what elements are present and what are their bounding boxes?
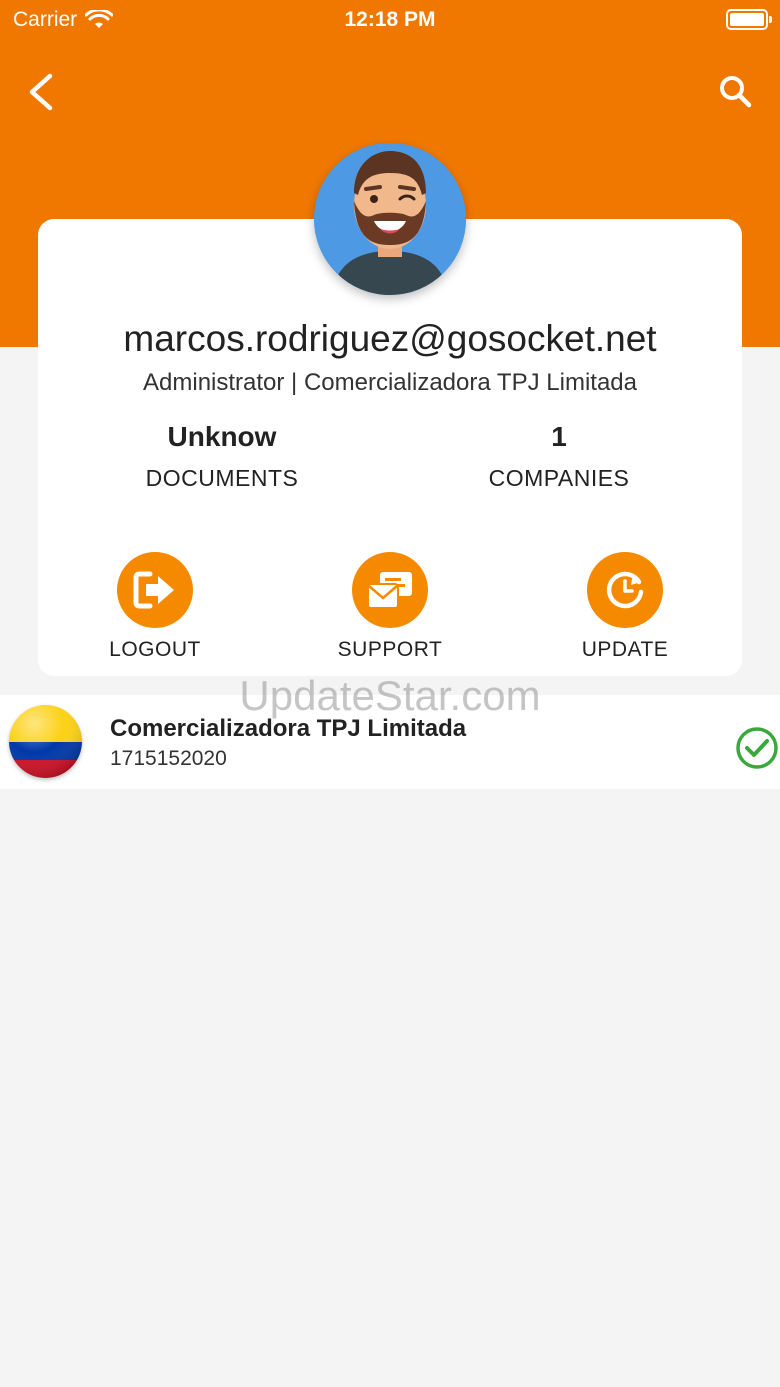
logout-button[interactable]: LOGOUT — [75, 552, 235, 662]
companies-label: COMPANIES — [488, 465, 630, 491]
battery-icon — [726, 9, 772, 30]
documents-label: DOCUMENTS — [145, 465, 299, 491]
support-button[interactable]: SUPPORT — [310, 552, 470, 662]
chevron-left-icon — [29, 73, 53, 111]
logout-icon — [133, 571, 174, 609]
user-avatar-icon — [314, 143, 466, 295]
avatar — [314, 143, 466, 295]
update-button[interactable]: UPDATE — [545, 552, 705, 662]
support-icon-circle — [352, 552, 428, 628]
company-name: Comercializadora TPJ Limitada — [110, 715, 467, 742]
documents-count: Unknow — [167, 421, 277, 452]
company-id: 1715152020 — [110, 747, 227, 770]
user-role: Administrator | Comercializadora TPJ Lim… — [143, 369, 637, 396]
update-clock-icon — [606, 571, 644, 609]
search-icon — [720, 76, 752, 108]
user-email: marcos.rodriguez@gosocket.net — [123, 318, 657, 359]
check-circle-icon — [736, 727, 778, 769]
support-label: SUPPORT — [337, 638, 443, 661]
update-icon-circle — [587, 552, 663, 628]
status-bar: Carrier 12:18 PM — [0, 0, 780, 40]
companies-count: 1 — [551, 421, 567, 452]
back-button[interactable] — [22, 68, 66, 116]
stat-companies: 1 COMPANIES — [409, 420, 709, 492]
logout-icon-circle — [117, 552, 193, 628]
status-time: 12:18 PM — [344, 8, 436, 31]
logout-label: LOGOUT — [109, 638, 201, 661]
update-label: UPDATE — [581, 638, 669, 661]
stat-documents: Unknow DOCUMENTS — [72, 420, 372, 492]
search-button[interactable] — [714, 68, 758, 116]
colombia-flag-icon — [9, 705, 82, 778]
support-mail-icon — [367, 572, 412, 609]
company-list-item[interactable]: Comercializadora TPJ Limitada 1715152020 — [0, 695, 780, 789]
